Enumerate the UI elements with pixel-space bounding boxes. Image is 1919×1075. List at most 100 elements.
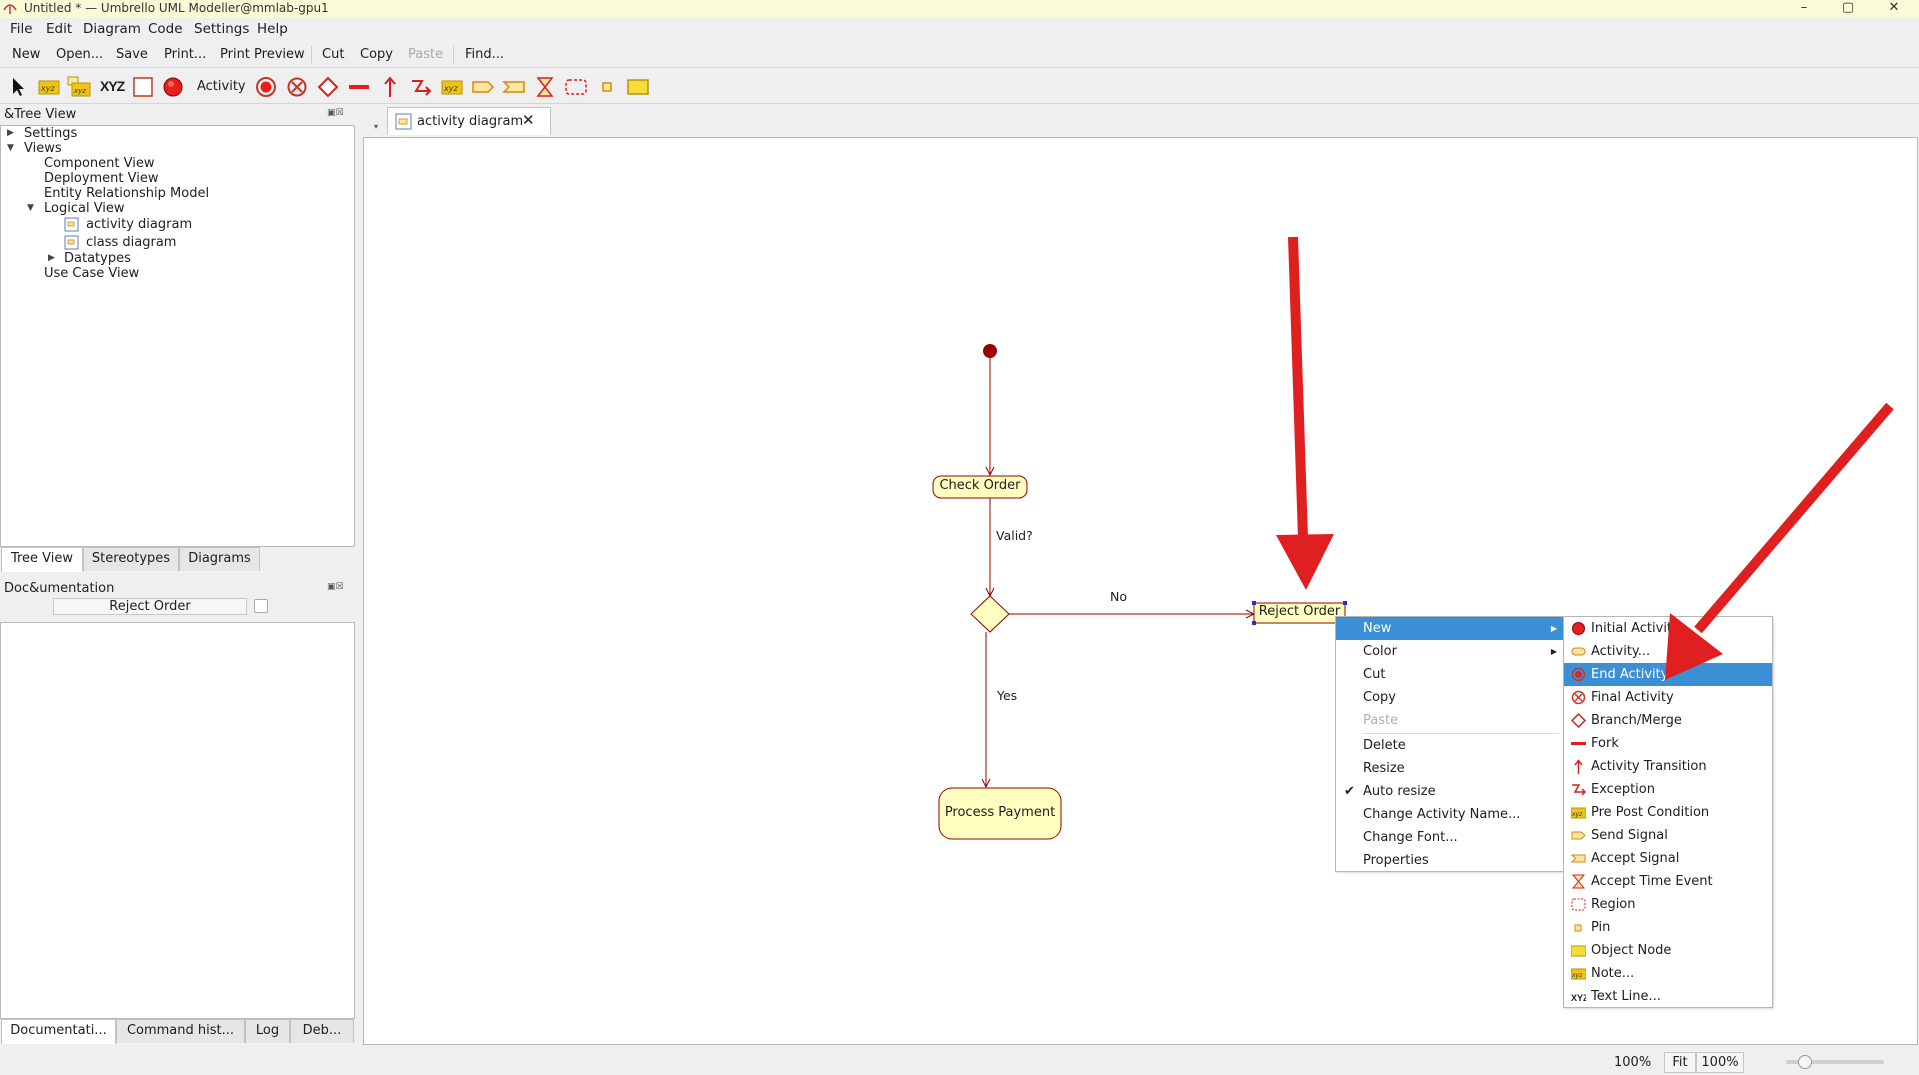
- collapsed-arrow-icon[interactable]: ▶: [48, 253, 55, 263]
- tree-item-class-diagram[interactable]: class diagram: [86, 235, 176, 250]
- tab-tree-view[interactable]: Tree View: [1, 547, 83, 572]
- save-button[interactable]: Save: [116, 47, 148, 62]
- cut-button[interactable]: Cut: [322, 47, 344, 62]
- doc-checkbox[interactable]: [254, 599, 268, 613]
- fork-icon[interactable]: [347, 75, 371, 99]
- branch-merge-node[interactable]: [970, 595, 1010, 633]
- tab-debug[interactable]: Deb...: [290, 1019, 354, 1043]
- new-button[interactable]: New: [12, 47, 40, 62]
- text-line-xyz-label[interactable]: XYZ: [100, 78, 125, 94]
- tree-item-deployment-view[interactable]: Deployment View: [44, 171, 159, 186]
- activity-transition-icon[interactable]: [378, 75, 402, 99]
- menu-item-resize[interactable]: Resize: [1336, 757, 1563, 780]
- submenu-item-pin[interactable]: Pin: [1564, 916, 1772, 939]
- dock-float-close-icon[interactable]: ▣☒: [327, 108, 344, 118]
- submenu-item-fork[interactable]: Fork: [1564, 732, 1772, 755]
- zoom-slider-handle[interactable]: [1798, 1055, 1812, 1069]
- tab-list-arrow-icon[interactable]: ▾: [374, 122, 378, 131]
- menu-item-cut[interactable]: Cut: [1336, 663, 1563, 686]
- final-activity-icon[interactable]: [285, 75, 309, 99]
- menu-item-auto-resize[interactable]: ✔ Auto resize: [1336, 780, 1563, 803]
- submenu-item-activity-transition[interactable]: Activity Transition: [1564, 755, 1772, 778]
- pre-post-condition-icon[interactable]: xyz: [440, 75, 464, 99]
- menu-item-delete[interactable]: Delete: [1336, 734, 1563, 757]
- tree-item-settings[interactable]: Settings: [24, 126, 77, 141]
- tree-item-component-view[interactable]: Component View: [44, 156, 154, 171]
- minimize-button[interactable]: –: [1784, 0, 1824, 18]
- collapsed-arrow-icon[interactable]: ▶: [7, 128, 14, 138]
- dock-float-close-icon[interactable]: ▣☒: [327, 582, 344, 592]
- print-preview-button[interactable]: Print Preview: [220, 47, 305, 62]
- tab-stereotypes[interactable]: Stereotypes: [83, 547, 179, 571]
- expanded-arrow-icon[interactable]: ▼: [7, 143, 14, 153]
- open-button[interactable]: Open...: [56, 47, 103, 62]
- tree-item-views[interactable]: Views: [24, 141, 62, 156]
- tab-command-history[interactable]: Command hist...: [116, 1019, 245, 1043]
- object-node-xyz-icon[interactable]: xyz: [37, 75, 61, 99]
- zoom-level-button[interactable]: 100%: [1696, 1052, 1744, 1073]
- paste-button[interactable]: Paste: [408, 47, 443, 62]
- submenu-item-pre-post-condition[interactable]: xyz Pre Post Condition: [1564, 801, 1772, 824]
- submenu-item-accept-time-event[interactable]: Accept Time Event: [1564, 870, 1772, 893]
- menu-item-paste[interactable]: Paste: [1336, 709, 1563, 732]
- expanded-arrow-icon[interactable]: ▼: [27, 203, 34, 213]
- doc-name-field[interactable]: Reject Order: [53, 598, 247, 615]
- exception-icon[interactable]: [409, 75, 433, 99]
- submenu-item-final-activity[interactable]: Final Activity: [1564, 686, 1772, 709]
- valid-guard-label[interactable]: Valid?: [996, 528, 1033, 543]
- menu-file[interactable]: File: [10, 21, 33, 37]
- copy-button[interactable]: Copy: [360, 47, 393, 62]
- submenu-item-send-signal[interactable]: Send Signal: [1564, 824, 1772, 847]
- tree-item-logical-view[interactable]: Logical View: [44, 201, 125, 216]
- submenu-item-exception[interactable]: Exception: [1564, 778, 1772, 801]
- accept-signal-icon[interactable]: [502, 75, 526, 99]
- region-box-icon[interactable]: [131, 75, 155, 99]
- menu-diagram[interactable]: Diagram: [83, 21, 141, 37]
- yes-guard-label[interactable]: Yes: [997, 688, 1017, 703]
- menu-item-new[interactable]: New ▶: [1336, 617, 1563, 640]
- selection-handle[interactable]: [1252, 621, 1256, 625]
- submenu-item-note[interactable]: xyz Note...: [1564, 962, 1772, 985]
- maximize-button[interactable]: ▢: [1828, 0, 1868, 18]
- print-button[interactable]: Print...: [164, 47, 206, 62]
- accept-time-event-icon[interactable]: [533, 75, 557, 99]
- menu-item-change-font[interactable]: Change Font...: [1336, 826, 1563, 849]
- tab-diagrams[interactable]: Diagrams: [179, 547, 260, 571]
- find-button[interactable]: Find...: [465, 47, 504, 62]
- tab-log[interactable]: Log: [245, 1019, 290, 1043]
- pre-post-xyz-icon[interactable]: xyz: [67, 75, 91, 99]
- initial-node[interactable]: [983, 344, 997, 358]
- menu-item-color[interactable]: Color ▶: [1336, 640, 1563, 663]
- no-guard-label[interactable]: No: [1110, 589, 1127, 604]
- submenu-item-initial-activity[interactable]: Initial Activity: [1564, 617, 1772, 640]
- send-signal-icon[interactable]: [471, 75, 495, 99]
- end-activity-icon[interactable]: [254, 75, 278, 99]
- tree-item-use-case-view[interactable]: Use Case View: [44, 266, 139, 281]
- tree-item-activity-diagram[interactable]: activity diagram: [86, 217, 192, 232]
- tab-activity-diagram[interactable]: activity diagram ✕: [387, 107, 551, 135]
- select-arrow-icon[interactable]: [6, 75, 30, 99]
- submenu-item-text-line[interactable]: XYZ Text Line...: [1564, 985, 1772, 1008]
- menu-item-copy[interactable]: Copy: [1336, 686, 1563, 709]
- menu-help[interactable]: Help: [257, 21, 288, 37]
- submenu-item-branch-merge[interactable]: Branch/Merge: [1564, 709, 1772, 732]
- tab-documentation[interactable]: Documentati...: [1, 1019, 116, 1044]
- menu-settings[interactable]: Settings: [194, 21, 249, 37]
- submenu-item-object-node[interactable]: Object Node: [1564, 939, 1772, 962]
- menu-edit[interactable]: Edit: [46, 21, 72, 37]
- initial-activity-icon[interactable]: [161, 75, 185, 99]
- tree-item-datatypes[interactable]: Datatypes: [64, 251, 131, 266]
- close-window-button[interactable]: ✕: [1874, 0, 1914, 18]
- submenu-item-activity[interactable]: Activity...: [1564, 640, 1772, 663]
- submenu-item-end-activity[interactable]: End Activity: [1564, 663, 1772, 686]
- menu-item-properties[interactable]: Properties: [1336, 849, 1563, 872]
- branch-merge-icon[interactable]: [316, 75, 340, 99]
- documentation-textarea[interactable]: [0, 622, 355, 1019]
- object-node-icon[interactable]: [626, 75, 650, 99]
- submenu-item-accept-signal[interactable]: Accept Signal: [1564, 847, 1772, 870]
- menu-code[interactable]: Code: [148, 21, 183, 37]
- submenu-item-region[interactable]: Region: [1564, 893, 1772, 916]
- activity-tool-label[interactable]: Activity: [197, 79, 246, 94]
- menu-item-change-activity-name[interactable]: Change Activity Name...: [1336, 803, 1563, 826]
- close-tab-icon[interactable]: ✕: [522, 111, 535, 129]
